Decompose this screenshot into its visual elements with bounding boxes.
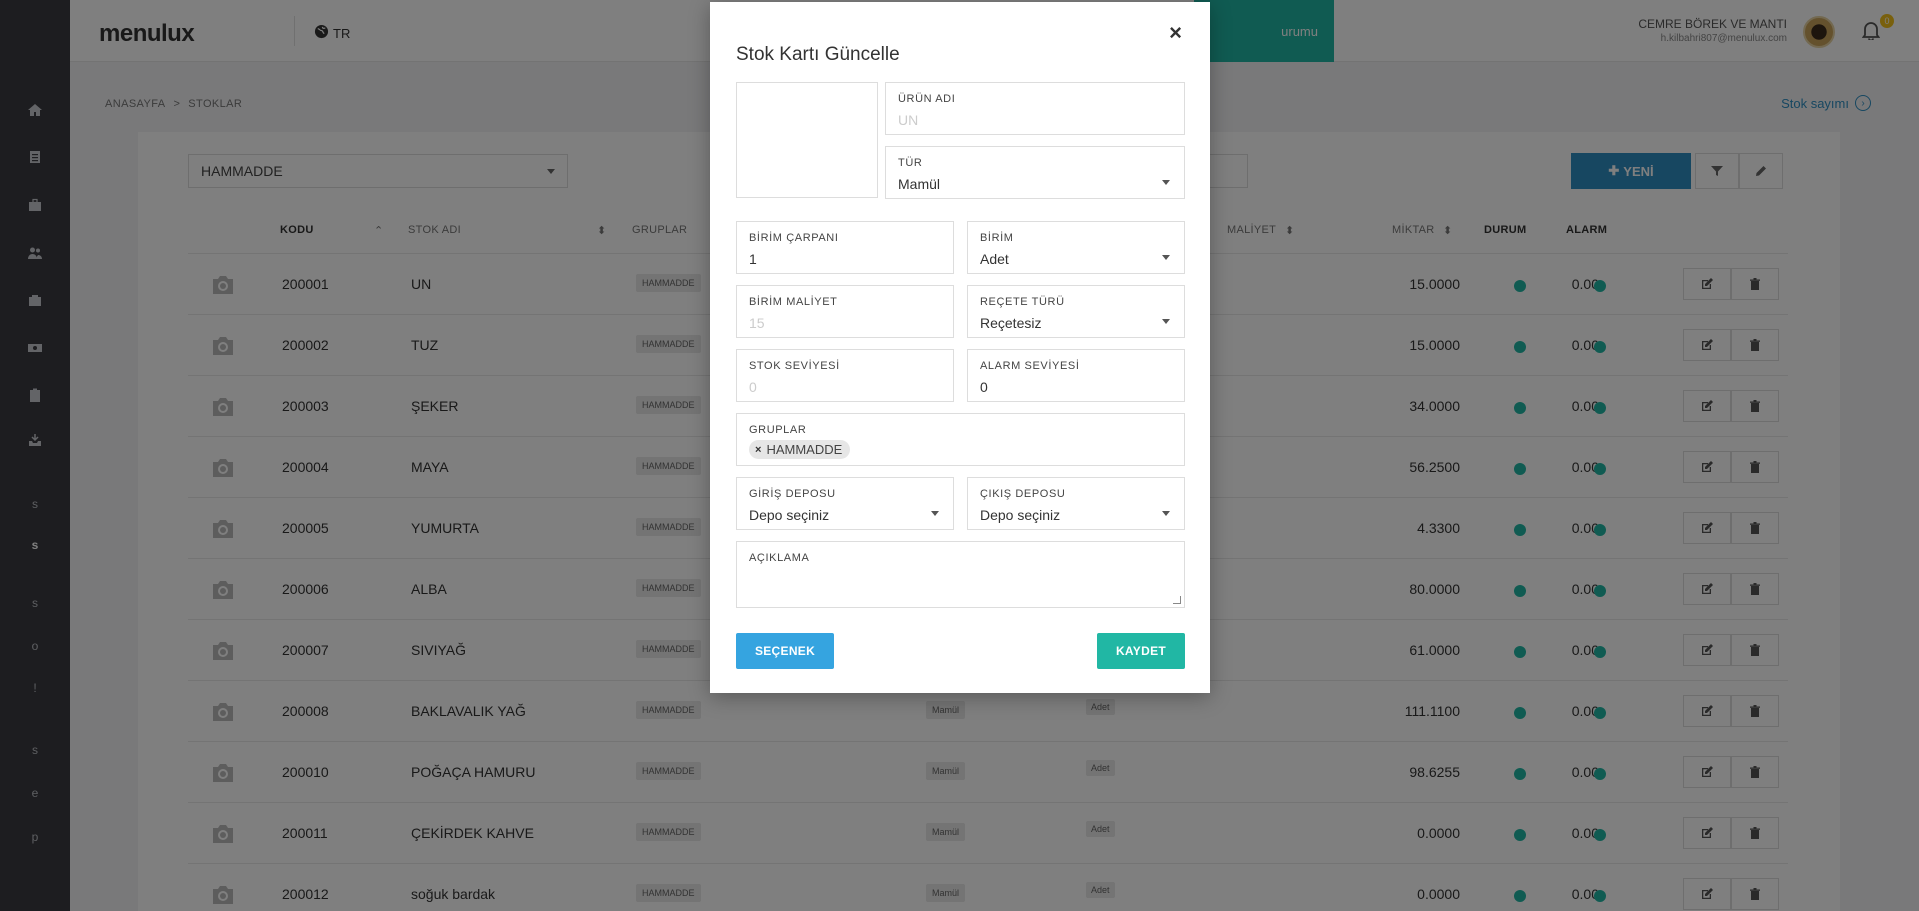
field-label: GRUPLAR: [749, 424, 807, 436]
recipe-type-value: Reçetesiz: [980, 315, 1042, 331]
field-label: GİRİŞ DEPOSU: [749, 488, 836, 500]
field-label: BİRİM MALİYET: [749, 296, 838, 308]
modal-title: Stok Kartı Güncelle: [736, 44, 900, 65]
field-label: REÇETE TÜRÜ: [980, 296, 1065, 308]
entry-warehouse-select[interactable]: GİRİŞ DEPOSU Depo seçiniz: [736, 477, 954, 530]
field-label: STOK SEVİYESİ: [749, 360, 840, 372]
stock-level-field[interactable]: STOK SEVİYESİ 0: [736, 349, 954, 402]
product-name-field[interactable]: ÜRÜN ADI UN: [885, 82, 1185, 135]
unit-select[interactable]: BİRİM Adet: [967, 221, 1185, 274]
unit-cost-placeholder: 15: [749, 315, 765, 331]
exit-warehouse-value: Depo seçiniz: [980, 507, 1061, 523]
option-button[interactable]: SEÇENEK: [736, 633, 834, 669]
caret-down-icon: [1162, 180, 1170, 185]
save-button[interactable]: KAYDET: [1097, 633, 1185, 669]
unit-value: Adet: [980, 251, 1009, 267]
product-name-placeholder: UN: [898, 112, 919, 128]
product-image-upload[interactable]: [736, 82, 878, 198]
field-label: ALARM SEVİYESİ: [980, 360, 1080, 372]
field-label: BİRİM ÇARPANI: [749, 232, 839, 244]
caret-down-icon: [1162, 511, 1170, 516]
field-label: ÜRÜN ADI: [898, 93, 956, 105]
type-value: Mamül: [898, 176, 941, 192]
type-select[interactable]: TÜR Mamül: [885, 146, 1185, 199]
entry-warehouse-value: Depo seçiniz: [749, 507, 830, 523]
groups-multiselect[interactable]: GRUPLAR × HAMMADDE: [736, 413, 1185, 466]
caret-down-icon: [1162, 319, 1170, 324]
caret-down-icon: [1162, 255, 1170, 260]
recipe-type-select[interactable]: REÇETE TÜRÜ Reçetesiz: [967, 285, 1185, 338]
field-label: BİRİM: [980, 232, 1014, 244]
chip-remove-icon[interactable]: ×: [755, 444, 761, 456]
stock-level-placeholder: 0: [749, 379, 757, 395]
description-textarea[interactable]: AÇIKLAMA: [736, 541, 1185, 608]
stock-card-modal: Stok Kartı Güncelle × ÜRÜN ADI UN TÜR Ma…: [710, 2, 1210, 693]
group-chip: × HAMMADDE: [749, 440, 851, 459]
unit-cost-field[interactable]: BİRİM MALİYET 15: [736, 285, 954, 338]
alarm-level-value: 0: [980, 379, 988, 395]
exit-warehouse-select[interactable]: ÇIKIŞ DEPOSU Depo seçiniz: [967, 477, 1185, 530]
alarm-level-field[interactable]: ALARM SEVİYESİ 0: [967, 349, 1185, 402]
field-label: TÜR: [898, 157, 923, 169]
unit-multiplier-value: 1: [749, 251, 757, 267]
close-icon[interactable]: ×: [1169, 22, 1182, 44]
unit-multiplier-field[interactable]: BİRİM ÇARPANI 1: [736, 221, 954, 274]
group-chip-label: HAMMADDE: [766, 442, 843, 457]
caret-down-icon: [931, 511, 939, 516]
field-label: ÇIKIŞ DEPOSU: [980, 488, 1066, 500]
resize-handle-icon[interactable]: [1173, 596, 1181, 604]
field-label: AÇIKLAMA: [749, 552, 810, 564]
